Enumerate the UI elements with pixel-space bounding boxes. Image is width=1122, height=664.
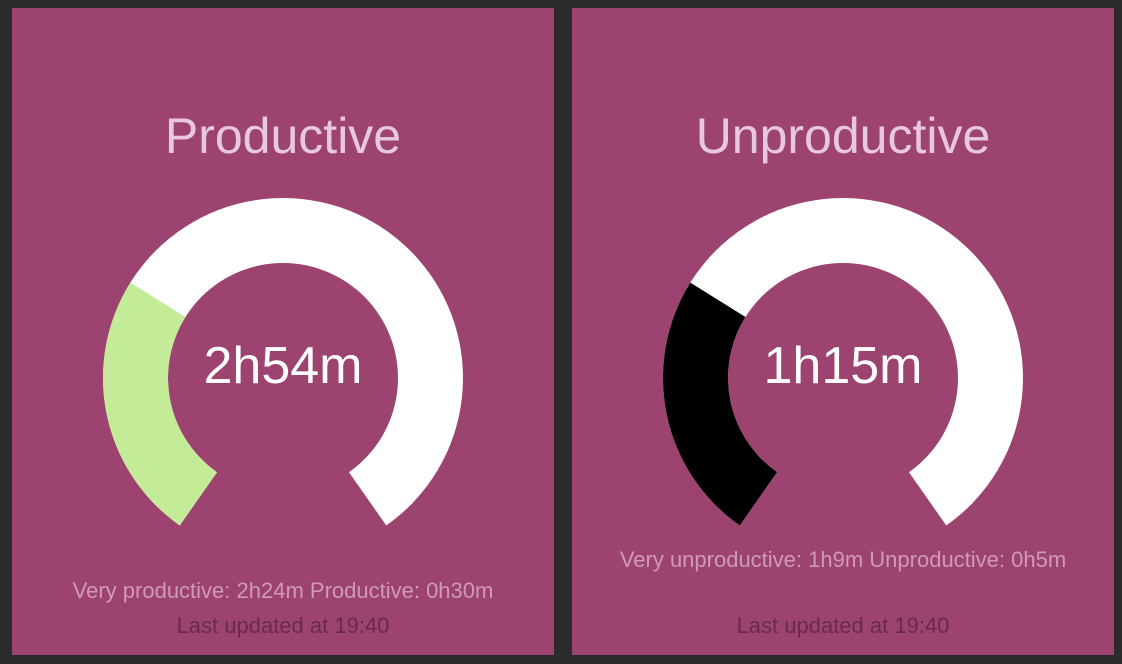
gauge-fill [103,282,218,526]
more-info: Very productive: 2h24m Productive: 0h30m [72,578,494,603]
updated-at: Last updated at 19:40 [176,613,390,638]
gauge-value: 2h54m [203,337,363,395]
gauge-value: 1h15m [763,337,923,395]
more-info: Very unproductive: 1h9m Unproductive: 0h… [619,547,1067,572]
updated-at: Last updated at 19:40 [736,613,950,638]
unproductive-widget: Unproductive 1h15m Very unproductive: 1h… [572,8,1114,655]
productive-gauge [103,198,463,526]
productive-widget: Productive 2h54m Very productive: 2h24m … [12,8,554,655]
gauge-fill [663,282,778,526]
dashboard: Productive 2h54m Very productive: 2h24m … [0,0,1122,664]
